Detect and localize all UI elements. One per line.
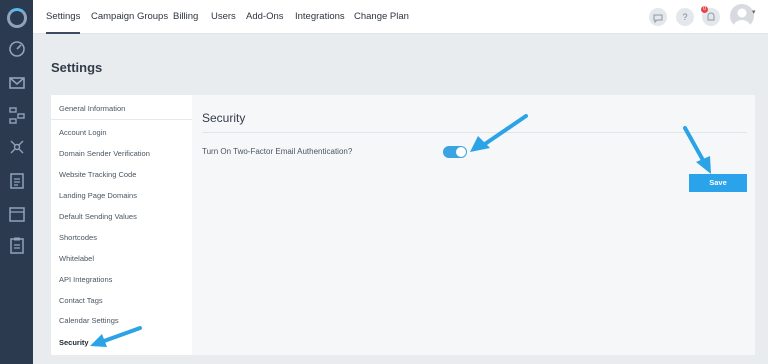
sidebar-item-contact-tags[interactable]: Contact Tags [59, 296, 103, 305]
tab-settings[interactable]: Settings [46, 0, 81, 34]
tab-campaign-groups[interactable]: Campaign Groups [91, 0, 168, 34]
tab-integrations[interactable]: Integrations [295, 0, 345, 34]
left-rail [0, 0, 33, 364]
chat-icon[interactable] [649, 8, 667, 26]
toggle-knob [456, 147, 466, 157]
tab-change-plan[interactable]: Change Plan [354, 0, 409, 34]
notification-badge: 0 [701, 6, 708, 13]
sidebar-item-security[interactable]: Security [59, 338, 89, 347]
tab-add-ons[interactable]: Add-Ons [246, 0, 284, 34]
sidebar-item-shortcodes[interactable]: Shortcodes [59, 233, 97, 242]
two-factor-label: Turn On Two-Factor Email Authentication? [202, 147, 353, 156]
help-icon[interactable]: ? [676, 8, 694, 26]
two-factor-toggle[interactable] [443, 146, 467, 158]
settings-card: General Information Account Login Domain… [51, 95, 755, 355]
annotation-arrow-icon [683, 126, 711, 174]
sidebar-item-account-login[interactable]: Account Login [59, 128, 107, 137]
workflow-icon[interactable] [8, 106, 26, 124]
dashboard-icon[interactable] [8, 40, 26, 58]
mail-icon[interactable] [8, 74, 26, 92]
sidebar-item-api-integrations[interactable]: API Integrations [59, 275, 112, 284]
clipboard-icon[interactable] [8, 236, 26, 254]
sidenav-divider [51, 119, 192, 120]
annotation-arrow-icon [90, 326, 142, 347]
page-title: Settings [51, 60, 103, 75]
sidebar-item-landing-page-domains[interactable]: Landing Page Domains [59, 191, 137, 200]
page-icon[interactable] [8, 172, 26, 190]
settings-sidenav: General Information Account Login Domain… [51, 95, 192, 355]
sidebar-item-domain-sender-verification[interactable]: Domain Sender Verification [59, 149, 150, 158]
network-icon[interactable] [8, 138, 26, 156]
tab-billing[interactable]: Billing [173, 0, 198, 34]
sidebar-item-default-sending-values[interactable]: Default Sending Values [59, 212, 137, 221]
sidebar-item-website-tracking-code[interactable]: Website Tracking Code [59, 170, 136, 179]
tab-users[interactable]: Users [211, 0, 236, 34]
section-title: Security [202, 111, 246, 125]
calendar-icon[interactable] [8, 205, 26, 223]
sidebar-item-general-information[interactable]: General Information [59, 104, 125, 113]
avatar[interactable] [730, 4, 754, 28]
save-button[interactable]: Save [689, 174, 747, 192]
chevron-down-icon[interactable]: ▾ [752, 8, 756, 16]
top-nav: Settings Campaign Groups Billing Users A… [33, 0, 768, 34]
logo-icon[interactable] [7, 8, 27, 28]
sidebar-item-whitelabel[interactable]: Whitelabel [59, 254, 94, 263]
annotation-arrow-icon [470, 114, 528, 152]
